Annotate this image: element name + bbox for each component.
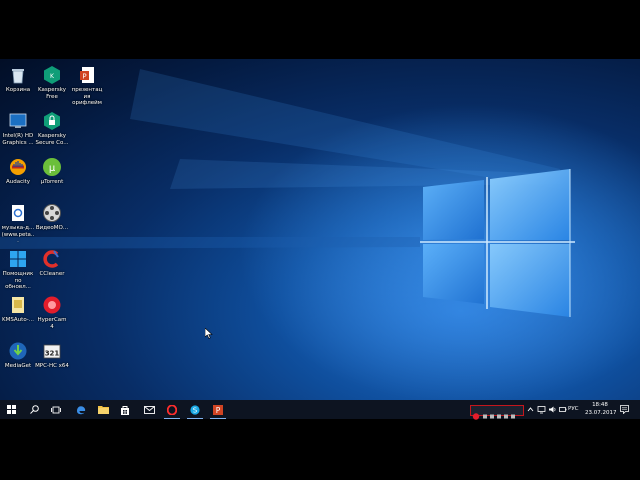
record-icon bbox=[472, 413, 515, 420]
desktop-icon-kmsauto[interactable]: KMSAuto-... bbox=[1, 295, 35, 324]
edge-button[interactable] bbox=[70, 400, 92, 419]
desktop-icon-label: Kaspersky Secure Co... bbox=[35, 133, 69, 146]
desktop-icon-label: MPC-HC x64 bbox=[35, 363, 69, 369]
mediaget-icon bbox=[9, 342, 27, 360]
svg-text:321: 321 bbox=[45, 350, 60, 358]
file-explorer-icon bbox=[97, 406, 109, 414]
recycle-bin-icon bbox=[12, 69, 24, 84]
kaspersky-icon: K bbox=[44, 66, 60, 84]
desktop-icon-label: KMSAuto-... bbox=[1, 317, 35, 323]
desktop-icon-label: HyperCam 4 bbox=[37, 317, 67, 330]
mouse-pointer-icon bbox=[205, 328, 213, 339]
store-icon bbox=[121, 405, 129, 415]
search-icon bbox=[29, 405, 39, 414]
windows-update-assistant-icon bbox=[10, 251, 26, 267]
mpc-hc-icon: 321 bbox=[43, 344, 61, 359]
volume-icon[interactable] bbox=[548, 405, 557, 414]
mail-button[interactable] bbox=[138, 400, 160, 419]
start-icon bbox=[6, 405, 16, 414]
edge-icon bbox=[77, 405, 86, 414]
desktop-icon-label: Audacity bbox=[5, 179, 31, 185]
audacity-icon bbox=[10, 159, 26, 175]
desktop-icon-update-assistant[interactable]: Помощник по обновл... bbox=[1, 249, 35, 291]
desktop-icon-music-file[interactable]: музыка-д... (www.peta... bbox=[1, 203, 35, 245]
desktop-icon-presentation[interactable]: P презентация орифлейм bbox=[70, 65, 104, 107]
desktop-icon-audacity[interactable]: Audacity bbox=[1, 157, 35, 186]
opera-icon bbox=[167, 404, 177, 415]
powerpoint-icon: P bbox=[213, 404, 223, 415]
svg-text:µ: µ bbox=[49, 163, 56, 174]
mail-icon bbox=[143, 405, 155, 414]
svg-text:S: S bbox=[193, 406, 198, 414]
desktop-icon-label: Kaspersky Free bbox=[38, 87, 66, 100]
desktop-icon-kaspersky-free[interactable]: K Kaspersky Free bbox=[35, 65, 69, 100]
intel-graphics-icon bbox=[9, 113, 27, 128]
desktop-icon-label: музыка-д... (www.peta... bbox=[1, 225, 35, 244]
svg-text:P: P bbox=[82, 73, 86, 81]
desktop[interactable]: Корзина K Kaspersky Free P презентация о… bbox=[0, 59, 640, 419]
desktop-icon-kaspersky-secure[interactable]: Kaspersky Secure Co... bbox=[35, 111, 69, 146]
skype-button[interactable]: S bbox=[184, 400, 206, 419]
desktop-icon-label: CCleaner bbox=[39, 271, 65, 277]
svg-text:P: P bbox=[216, 406, 221, 415]
powerpoint-file-icon: P bbox=[80, 67, 94, 83]
desktop-icon-ccleaner[interactable]: CCleaner bbox=[35, 249, 69, 278]
search-button[interactable] bbox=[23, 400, 45, 419]
system-clock[interactable]: 18:48 23.07.2017 bbox=[585, 401, 617, 417]
powerpoint-button[interactable]: P bbox=[207, 400, 229, 419]
windows-logo-wallpaper bbox=[0, 69, 640, 404]
kmsauto-file-icon bbox=[12, 297, 24, 313]
utorrent-icon: µ bbox=[43, 158, 61, 176]
desktop-icon-video-mo[interactable]: ВидеоМО... bbox=[35, 203, 69, 232]
clock-date: 23.07.2017 bbox=[585, 410, 617, 416]
ccleaner-icon bbox=[43, 250, 59, 268]
desktop-icon-utorrent[interactable]: µ µTorrent bbox=[35, 157, 69, 186]
video-reel-icon bbox=[43, 204, 61, 222]
file-explorer-button[interactable] bbox=[92, 400, 114, 419]
desktop-icon-label: Intel(R) HD Graphics ... bbox=[2, 133, 34, 146]
recording-toolbar[interactable] bbox=[470, 405, 524, 420]
desktop-icon-intel-graphics[interactable]: Intel(R) HD Graphics ... bbox=[1, 111, 35, 146]
desktop-icon-label: ВидеоМО... bbox=[35, 225, 69, 231]
desktop-icon-recycle-bin[interactable]: Корзина bbox=[1, 65, 35, 94]
desktop-icon-mpc-hc[interactable]: 321 MPC-HC x64 bbox=[35, 341, 69, 370]
desktop-icon-label: презентация орифлейм bbox=[71, 87, 103, 106]
input-language-indicator[interactable]: РУС bbox=[568, 406, 579, 412]
desktop-icon-label: Корзина bbox=[5, 87, 31, 93]
start-button[interactable] bbox=[0, 400, 22, 419]
chevron-up-icon[interactable] bbox=[527, 405, 534, 414]
music-file-icon bbox=[12, 205, 24, 221]
desktop-icon-label: Помощник по обновл... bbox=[2, 271, 34, 290]
desktop-icon-label: µTorrent bbox=[40, 179, 64, 185]
task-view-button[interactable] bbox=[45, 400, 67, 419]
battery-icon[interactable] bbox=[559, 405, 567, 414]
task-view-icon bbox=[51, 406, 61, 413]
hypercam-icon bbox=[43, 296, 61, 314]
desktop-icon-label: MediaGet bbox=[4, 363, 32, 369]
network-icon[interactable] bbox=[537, 405, 546, 414]
desktop-icon-hypercam[interactable]: HyperCam 4 bbox=[35, 295, 69, 330]
desktop-icon-mediaget[interactable]: MediaGet bbox=[1, 341, 35, 370]
opera-button[interactable] bbox=[161, 400, 183, 419]
notifications-icon[interactable] bbox=[620, 405, 629, 414]
taskbar: S P bbox=[0, 400, 640, 420]
store-button[interactable] bbox=[114, 400, 136, 419]
skype-icon: S bbox=[190, 404, 200, 415]
clock-time: 18:48 bbox=[592, 402, 608, 408]
kaspersky-secure-icon bbox=[44, 112, 60, 130]
